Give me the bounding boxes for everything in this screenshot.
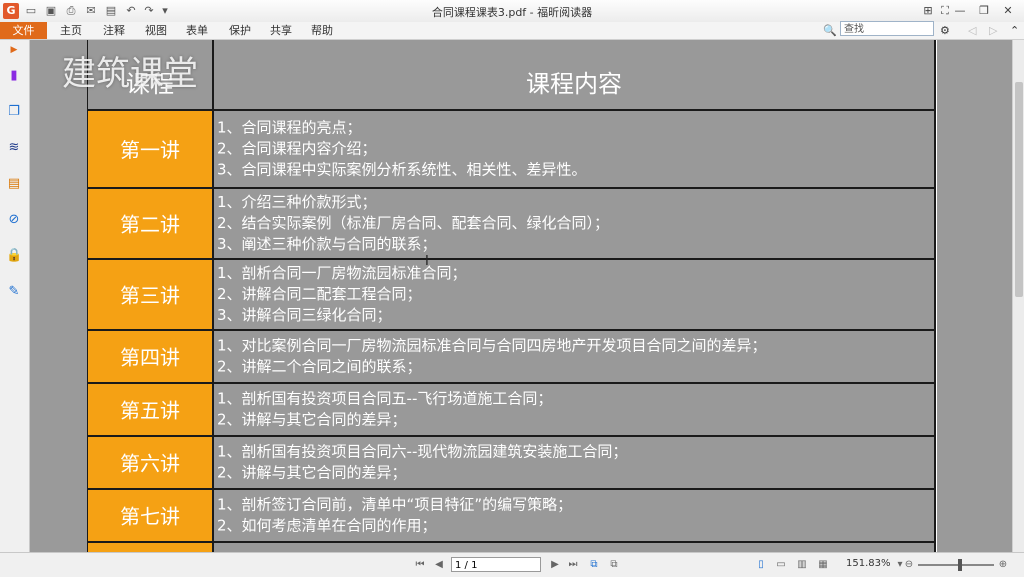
page-number-field[interactable]: 1 / 1 <box>451 557 541 572</box>
prev-page-icon[interactable]: ◀ <box>432 558 446 572</box>
next-view-icon[interactable]: ⧉ <box>607 558 621 572</box>
menu-comment[interactable]: 注释 <box>103 22 125 39</box>
title-bar: G ▭ ▣ ⎙ ✉ ▤ ↶ ↷ ▾ 合同课程课表3.pdf - 福昕阅读器 ⊞ … <box>0 0 1024 23</box>
back-arrow-icon[interactable]: ◁ <box>968 22 976 39</box>
left-sidebar: ▶ ▮ ❐ ≋ ▤ ⊘ 🔒 ✎ <box>0 40 30 552</box>
lecture-content-line: 3、阐述三种价款与合同的联系； <box>217 235 437 253</box>
menu-help[interactable]: 帮助 <box>311 22 333 39</box>
vertical-scrollbar[interactable] <box>1012 40 1024 552</box>
close-icon[interactable]: ✕ <box>1000 3 1016 19</box>
lecture-content-line: 1、对比案例合同一厂房物流园标准合同与合同四房地产开发项目合同之间的差异； <box>217 337 767 355</box>
security-lock-icon[interactable]: 🔒 <box>6 248 22 264</box>
attachment-icon[interactable]: ⊘ <box>6 212 22 228</box>
lecture-content-line: 1、剖析签订合同前，清单中“项目特征”的编写策略； <box>217 496 572 514</box>
document-viewer[interactable]: 课程 课程内容 第一讲 1、合同课程的亮点； 2、合同课程内容介绍； 3、合同课程中实际案… <box>30 40 1012 552</box>
lecture-content-line: 2、合同课程内容介绍； <box>217 140 377 158</box>
lecture-label: 第五讲 <box>120 399 180 423</box>
continuous-facing-icon[interactable]: ▦ <box>816 558 830 572</box>
fullscreen-icon[interactable]: ⛶ <box>937 3 953 19</box>
lecture-content-line: 3、合同课程中实际案例分析系统性、相关性、差异性。 <box>217 161 587 179</box>
lecture-content-line: 1、剖析合同一厂房物流园标准合同； <box>217 264 467 282</box>
lecture-label: 第三讲 <box>120 284 180 308</box>
bookmark-icon[interactable]: ▮ <box>6 68 22 84</box>
lecture-content-line: 2、讲解与其它合同的差异； <box>217 464 407 482</box>
next-row-label-cell <box>86 541 214 552</box>
lecture-content-line: 2、如何考虑清单在合同的作用； <box>217 517 437 535</box>
lecture-content-line: 2、结合实际案例（标准厂房合同、配套合同、绿化合同）； <box>217 214 609 232</box>
lecture-label: 第二讲 <box>120 213 180 237</box>
restore-icon[interactable]: ❐ <box>976 3 992 19</box>
menu-form[interactable]: 表单 <box>186 22 208 39</box>
lecture-content-line: 2、讲解与其它合同的差异； <box>217 411 407 429</box>
first-page-icon[interactable]: ⏮ <box>413 558 427 572</box>
comments-icon[interactable]: ▤ <box>6 176 22 192</box>
file-menu-button[interactable]: 文件 <box>0 22 47 39</box>
signature-icon[interactable]: ✎ <box>6 284 22 300</box>
sidebar-expand-icon[interactable]: ▶ <box>6 42 22 58</box>
zoom-in-icon[interactable]: ⊕ <box>996 558 1010 572</box>
zoom-out-icon[interactable]: ⊖ <box>902 558 916 572</box>
lecture-content-line: 1、介绍三种价款形式； <box>217 193 377 211</box>
layout-icon[interactable]: ⊞ <box>920 3 936 19</box>
prev-view-icon[interactable]: ⧉ <box>587 558 601 572</box>
settings-gear-icon[interactable]: ⚙ <box>940 22 950 39</box>
scrollbar-thumb[interactable] <box>1015 82 1023 297</box>
forward-arrow-icon[interactable]: ▷ <box>989 22 997 39</box>
lecture-label: 第七讲 <box>120 505 180 529</box>
window-title: 合同课程课表3.pdf - 福昕阅读器 <box>431 6 593 19</box>
layers-icon[interactable]: ≋ <box>6 140 22 156</box>
lecture-label: 第四讲 <box>120 346 180 370</box>
menu-protect[interactable]: 保护 <box>229 22 251 39</box>
lecture-content-line: 1、合同课程的亮点； <box>217 119 362 137</box>
menu-home[interactable]: 主页 <box>60 22 82 39</box>
facing-page-icon[interactable]: ▥ <box>795 558 809 572</box>
zoom-slider-handle[interactable] <box>958 559 962 571</box>
last-page-icon[interactable]: ⏭ <box>566 558 580 572</box>
pages-icon[interactable]: ❐ <box>6 104 22 120</box>
watermark-logo: 建筑课堂 <box>62 46 222 96</box>
lecture-label: 第一讲 <box>120 138 180 162</box>
lecture-content-line: 2、讲解二个合同之间的联系； <box>217 358 422 376</box>
search-input[interactable]: 查找 <box>840 21 934 36</box>
minimize-icon[interactable]: — <box>952 3 968 19</box>
next-page-icon[interactable]: ▶ <box>548 558 562 572</box>
course-table: 课程 课程内容第一讲1、合同课程的亮点；2、合同课程内容介绍；3、合同课程中实际案… <box>86 40 936 552</box>
menu-view[interactable]: 视图 <box>145 22 167 39</box>
watermark-text: 建筑课堂 <box>62 54 198 94</box>
collapse-ribbon-icon[interactable]: ⌃ <box>1010 22 1019 39</box>
pdf-page: 课程 课程内容 第一讲 1、合同课程的亮点； 2、合同课程内容介绍； 3、合同课程中实际案… <box>86 40 937 552</box>
single-page-icon[interactable]: ▯ <box>754 558 768 572</box>
lecture-label: 第六讲 <box>120 452 180 476</box>
zoom-slider[interactable] <box>918 564 994 566</box>
header-content-label: 课程内容 <box>526 70 622 98</box>
lecture-content-line: 3、讲解合同三绿化合同； <box>217 306 392 324</box>
zoom-level[interactable]: 151.83% <box>846 558 891 569</box>
lecture-content-line: 1、剖析国有投资项目合同五--飞行场道施工合同； <box>217 390 552 408</box>
lecture-content-line: 1、剖析国有投资项目合同六--现代物流园建筑安装施工合同； <box>217 443 627 461</box>
lecture-content-line: 2、讲解合同二配套工程合同； <box>217 285 422 303</box>
next-row-content-cell <box>212 541 936 552</box>
continuous-page-icon[interactable]: ▭ <box>774 558 788 572</box>
find-icon[interactable]: 🔍 <box>823 22 837 39</box>
status-bar: ⏮ ◀ 1 / 1 ▶ ⏭ ⧉ ⧉ ▯ ▭ ▥ ▦ 151.83% ▾ ⊖ ⊕ <box>0 552 1024 577</box>
menu-share[interactable]: 共享 <box>270 22 292 39</box>
text-cursor-icon: I <box>425 254 429 269</box>
